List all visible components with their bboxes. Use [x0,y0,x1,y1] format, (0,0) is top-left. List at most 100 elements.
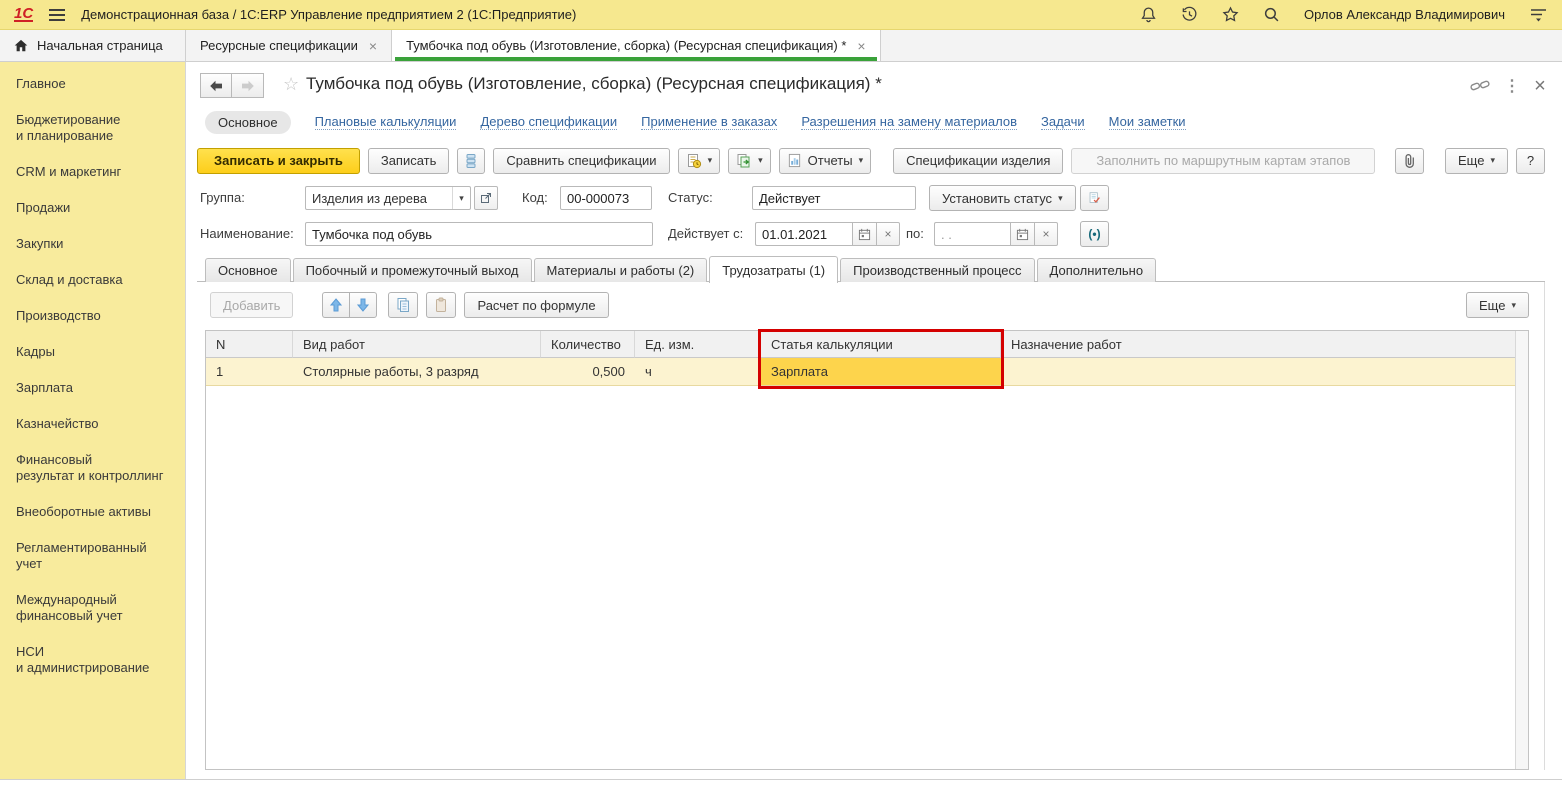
calendar-icon[interactable] [1010,222,1034,246]
open-group-button[interactable] [474,186,498,210]
move-up-button[interactable] [322,292,350,318]
tab-labor-costs[interactable]: Трудозатраты (1) [709,256,839,283]
sidebar-item-production[interactable]: Производство [16,308,177,324]
tab-current-specification[interactable]: Тумбочка под обувь (Изготовление, сборка… [392,30,881,61]
settings-sliders-icon[interactable] [1529,7,1548,22]
save-button[interactable]: Записать [367,147,450,174]
close-form-icon[interactable]: × [1528,75,1552,97]
nav-link-planned-calculations[interactable]: Плановые калькуляции [314,114,457,130]
group-combobox[interactable]: Изделия из дерева ▾ [305,186,471,210]
help-button[interactable]: ? [1516,147,1545,174]
sidebar-item-regulated-accounting[interactable]: Регламентированный учет [16,540,177,572]
column-header-quantity[interactable]: Количество [541,331,635,358]
tab-byproduct-output[interactable]: Побочный и промежуточный выход [292,258,532,282]
calc-by-formula-button[interactable]: Расчет по формуле [464,292,609,318]
sidebar-item-purchases[interactable]: Закупки [16,236,177,252]
valid-to-field[interactable] [934,222,1010,246]
sidebar-item-international-accounting[interactable]: Международный финансовый учет [16,592,177,624]
sidebar-item-hr[interactable]: Кадры [16,344,177,360]
close-icon[interactable]: × [857,38,865,54]
nav-link-usage-in-orders[interactable]: Применение в заказах [641,114,778,130]
history-icon[interactable] [1181,6,1198,23]
sidebar-item-financial-result[interactable]: Финансовый результат и контроллинг [16,452,177,484]
name-field[interactable] [305,222,653,246]
1c-logo[interactable]: 1С [14,6,34,22]
cell-row-number[interactable]: 1 [206,358,293,386]
favorites-star-icon[interactable] [1222,6,1239,23]
column-header-cost-item[interactable]: Статья калькуляции [761,331,1001,358]
valid-from-field[interactable] [755,222,852,246]
get-link-icon[interactable] [1468,75,1492,97]
nav-link-spec-tree[interactable]: Дерево спецификации [480,114,618,130]
current-user[interactable]: Орлов Александр Владимирович [1304,7,1505,22]
table-row[interactable]: 1 Столярные работы, 3 разряд 0,500 ч Зар… [206,358,1515,386]
tab-resource-specifications[interactable]: Ресурсные спецификации × [186,30,393,61]
main-menu-icon[interactable] [49,8,66,21]
copy-create-button[interactable]: ▾ [728,147,771,174]
cell-work-purpose[interactable] [1001,358,1515,386]
sidebar-item-main[interactable]: Главное [16,76,177,92]
tab-materials-and-works[interactable]: Материалы и работы (2) [533,258,708,282]
sidebar-item-budgeting[interactable]: Бюджетирование и планирование [16,112,177,144]
column-header-n[interactable]: N [206,331,293,358]
clear-date-icon[interactable]: × [876,222,900,246]
create-based-on-button[interactable]: ▾ [677,147,721,174]
chevron-down-icon: ▾ [858,155,864,165]
search-icon[interactable] [1263,6,1280,23]
back-button[interactable] [200,73,232,98]
reports-button[interactable]: Отчеты ▾ [778,147,872,174]
tab-production-process[interactable]: Производственный процесс [840,258,1035,282]
save-and-close-button[interactable]: Записать и закрыть [197,147,360,174]
copy-row-button[interactable] [388,292,419,318]
cell-cost-item[interactable]: Зарплата [761,358,1001,386]
sidebar-item-treasury[interactable]: Казначейство [16,416,177,432]
paperclip-icon [1405,153,1415,168]
calendar-icon[interactable] [852,222,876,246]
attachments-button[interactable] [1395,147,1425,174]
column-header-work-purpose[interactable]: Назначение работ [1001,331,1515,358]
code-field[interactable] [560,186,652,210]
document-clock-icon [687,153,701,168]
column-header-unit[interactable]: Ед. изм. [635,331,761,358]
validity-period-button[interactable]: (•) [1080,221,1109,247]
table-toolbar: Добавить Расчет по формуле Еще ▾ [210,292,1529,318]
tab-additional[interactable]: Дополнительно [1036,258,1157,282]
tab-osnovnoe[interactable]: Основное [205,258,291,282]
close-icon[interactable]: × [369,38,377,54]
status-field[interactable] [752,186,916,210]
table-more-button[interactable]: Еще ▾ [1466,292,1529,318]
nav-main-chip[interactable]: Основное [205,110,291,134]
sidebar-item-warehouse[interactable]: Склад и доставка [16,272,177,288]
nav-link-tasks[interactable]: Задачи [1041,114,1085,130]
cell-work-type[interactable]: Столярные работы, 3 разряд [293,358,541,386]
product-specifications-button[interactable]: Спецификации изделия [893,147,1064,174]
more-button[interactable]: Еще ▾ [1445,147,1508,174]
sidebar-item-nsi-administration[interactable]: НСИ и администрирование [16,644,177,676]
favorite-star-icon[interactable]: ☆ [283,74,299,95]
structure-button[interactable] [457,147,486,174]
compare-specifications-button[interactable]: Сравнить спецификации [493,147,670,174]
notifications-bell-icon[interactable] [1140,6,1157,23]
set-status-button[interactable]: Установить статус ▾ [929,185,1076,211]
sidebar-item-payroll[interactable]: Зарплата [16,380,177,396]
forward-button[interactable] [232,73,264,98]
group-label: Группа: [200,190,245,205]
tab-home-page[interactable]: Начальная страница [0,30,186,61]
cell-quantity[interactable]: 0,500 [541,358,635,386]
table-vertical-scrollbar[interactable] [1515,331,1528,769]
cell-unit[interactable]: ч [635,358,761,386]
more-actions-kebab-icon[interactable]: ⋮ [1500,75,1524,97]
sidebar-item-sales[interactable]: Продажи [16,200,177,216]
chevron-down-icon[interactable]: ▾ [452,187,470,209]
move-down-button[interactable] [349,292,378,318]
more-label: Еще [1458,153,1485,168]
nav-link-material-substitutions[interactable]: Разрешения на замену материалов [801,114,1017,130]
status-history-button[interactable] [1080,185,1109,211]
nav-link-my-notes[interactable]: Мои заметки [1108,114,1186,130]
column-header-work-type[interactable]: Вид работ [293,331,541,358]
clear-date-icon[interactable]: × [1034,222,1058,246]
copy-document-icon [737,153,750,167]
sidebar-item-crm[interactable]: CRM и маркетинг [16,164,177,180]
sidebar-item-noncurrent-assets[interactable]: Внеоборотные активы [16,504,177,520]
application-title: Демонстрационная база / 1С:ERP Управлени… [81,7,577,22]
